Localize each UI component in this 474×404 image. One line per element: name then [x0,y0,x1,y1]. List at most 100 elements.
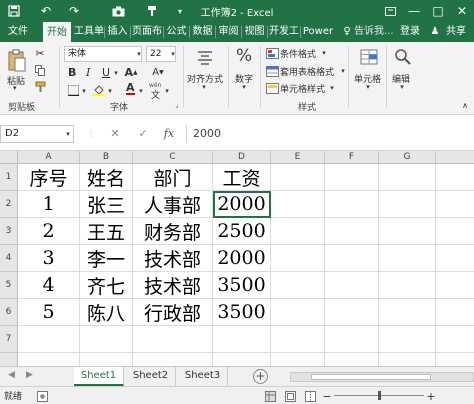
ribbon-display-icon[interactable] [378,0,402,22]
confirm-entry-icon[interactable]: ✓ [132,125,154,143]
zoom-out-icon[interactable]: − [322,390,332,403]
table-format-button[interactable]: 套用表格格式 [280,65,334,78]
cell[interactable]: 2000 [213,245,271,272]
cell[interactable]: 3 [18,245,80,272]
cell[interactable] [379,191,436,218]
cell[interactable] [436,299,474,326]
editing-dropdown-icon[interactable]: ▾ [398,82,406,92]
cell[interactable] [271,218,325,245]
sheet-tab-1[interactable]: Sheet1 [74,367,124,386]
cell[interactable] [436,191,474,218]
cells-icon[interactable] [358,46,380,68]
macro-record-icon[interactable] [36,390,48,402]
conditional-format-dropdown-icon[interactable]: ▾ [320,48,328,58]
table-format-icon[interactable] [265,65,279,77]
cell-styles-icon[interactable] [265,82,279,94]
cell[interactable]: 4 [18,272,80,299]
cell[interactable] [325,245,379,272]
cell-styles-button[interactable]: 单元格样式 [280,82,325,95]
tab-power[interactable]: Power [301,22,335,42]
zoom-slider-thumb[interactable] [378,391,381,400]
cell[interactable]: 人事部 [133,191,213,218]
cell[interactable] [436,164,474,191]
column-header[interactable]: G [379,151,436,164]
row-header[interactable]: 3 [0,218,18,245]
paste-icon[interactable] [6,48,28,74]
cell[interactable] [379,245,436,272]
conditional-format-icon[interactable] [265,47,279,59]
tab-home[interactable]: 开始 [43,22,71,42]
column-header[interactable]: B [80,151,133,164]
cell[interactable] [80,353,133,366]
font-color-dropdown-icon[interactable]: ▾ [137,86,145,96]
cell[interactable]: 5 [18,299,80,326]
formula-bar-more-icon[interactable]: ⋮ [80,125,102,143]
add-sheet-icon[interactable]: + [253,369,268,384]
cell[interactable]: 工资 [213,164,271,191]
alignment-icon[interactable] [194,46,216,68]
zoom-in-icon[interactable]: + [426,390,436,403]
next-sheet-icon[interactable]: ▶ [26,370,33,380]
worksheet-grid[interactable]: A B C D E F G 1 2 3 4 5 6 7 序号 姓名 部门 工资 1 张三 人事部 2000 2 王五 财务部 25… [0,151,474,366]
percent-icon[interactable]: % [236,46,252,66]
share-button[interactable]: 共享 [442,22,470,42]
cell[interactable]: 李一 [80,245,133,272]
paste-dropdown-icon[interactable]: ▾ [13,84,17,92]
cell[interactable] [271,353,325,366]
insert-function-icon[interactable]: fx [158,125,180,143]
cell[interactable] [325,218,379,245]
cell[interactable] [325,299,379,326]
tell-me-search[interactable]: 告诉我... [354,22,394,42]
formula-input[interactable]: 2000 [186,125,474,143]
cell[interactable] [271,191,325,218]
cell[interactable] [325,191,379,218]
prev-sheet-icon[interactable]: ◀ [8,370,15,380]
cell[interactable] [379,353,436,366]
borders-icon[interactable] [66,84,80,96]
cell[interactable] [271,326,325,353]
number-dropdown-icon[interactable]: ▾ [240,82,248,92]
sheet-tab-3[interactable]: Sheet3 [178,367,228,386]
row-header[interactable]: 1 [0,164,18,191]
column-header[interactable]: A [18,151,80,164]
cell[interactable]: 3500 [213,272,271,299]
cell[interactable] [325,353,379,366]
cell[interactable]: 部门 [133,164,213,191]
cell[interactable]: 陈八 [80,299,133,326]
tab-view[interactable]: 视图 [242,22,267,42]
cell[interactable] [325,326,379,353]
horizontal-scrollbar[interactable] [290,372,474,382]
editing-icon[interactable] [392,46,414,68]
cell[interactable] [18,353,80,366]
sheet-tab-2[interactable]: Sheet2 [126,367,176,386]
borders-dropdown-icon[interactable]: ▾ [80,86,88,96]
cell[interactable] [436,218,474,245]
normal-view-icon[interactable] [264,390,276,402]
cut-icon[interactable]: ✂ [33,46,47,60]
cell[interactable]: 1 [18,191,80,218]
cell[interactable] [18,326,80,353]
cell[interactable] [213,326,271,353]
close-icon[interactable]: ✕ [450,0,474,22]
cells-dropdown-icon[interactable]: ▾ [364,82,372,92]
collapse-ribbon-icon[interactable]: ∧ [460,100,470,110]
cell-styles-dropdown-icon[interactable]: ▾ [328,83,336,93]
login-link[interactable]: 登录 [396,22,424,42]
cell[interactable] [325,272,379,299]
font-grow-icon[interactable]: A ▲ [124,66,137,79]
minimize-icon[interactable]: — [402,0,426,22]
tab-review[interactable]: 审阅 [216,22,241,42]
cell[interactable]: 3500 [213,299,271,326]
cell[interactable]: 2000 [213,191,271,218]
tab-toolbox[interactable]: 工具单 [74,22,104,42]
copy-icon[interactable] [33,63,47,77]
tab-file[interactable]: 文件 [4,22,32,42]
column-header[interactable]: E [271,151,325,164]
cell[interactable] [436,353,474,366]
tab-developer[interactable]: 开发工 [268,22,300,42]
cell[interactable] [379,218,436,245]
cell[interactable]: 2500 [213,218,271,245]
tab-page-layout[interactable]: 页面布 [131,22,163,42]
font-shrink-icon[interactable]: A ▼ [152,66,164,78]
cell[interactable]: 王五 [80,218,133,245]
